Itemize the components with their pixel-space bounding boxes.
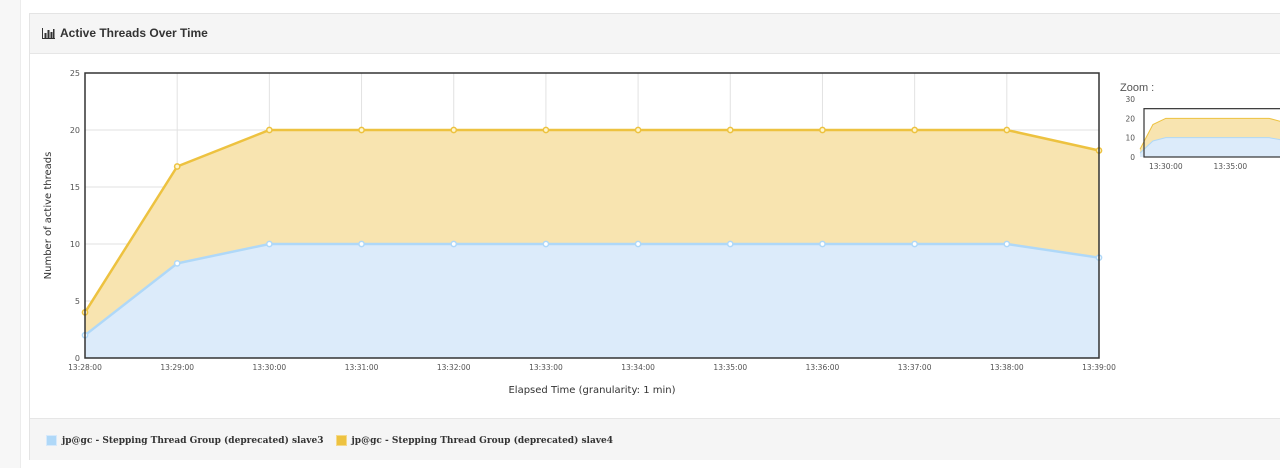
- data-point-slave3[interactable]: [266, 240, 273, 248]
- panel-heading: Active Threads Over Time: [30, 14, 1280, 54]
- panel-title: Active Threads Over Time: [42, 26, 208, 40]
- x-tick-label: 13:31:00: [345, 363, 379, 372]
- x-tick-label: 13:37:00: [898, 363, 932, 372]
- x-tick-label: 13:28:00: [68, 363, 102, 372]
- data-point-slave3[interactable]: [450, 240, 458, 248]
- overview-y-tick-label: 10: [1125, 134, 1135, 143]
- data-point-slave3[interactable]: [819, 240, 826, 248]
- y-tick-label: 25: [70, 69, 80, 78]
- data-point-slave4[interactable]: [450, 126, 458, 134]
- series-area-slave3: [85, 244, 1099, 358]
- y-tick-label: 10: [70, 240, 80, 249]
- data-point-slave4[interactable]: [819, 126, 826, 134]
- x-tick-label: 13:29:00: [160, 363, 194, 372]
- data-point-slave4[interactable]: [911, 126, 918, 134]
- x-tick-label: 13:36:00: [806, 363, 840, 372]
- y-tick-label: 0: [75, 354, 80, 363]
- bar-chart-icon: [42, 27, 55, 39]
- overview-y-tick-label: 0: [1130, 153, 1135, 162]
- legend: jp@gc - Stepping Thread Group (deprecate…: [46, 435, 625, 446]
- active-threads-panel: Active Threads Over Time 0 5 10 15 20 25 13:28…: [29, 13, 1280, 460]
- legend-swatch: [335, 435, 347, 446]
- y-axis-title: Number of active threads: [43, 152, 54, 280]
- data-point-slave4[interactable]: [542, 126, 550, 134]
- x-tick-label: 13:34:00: [621, 363, 655, 372]
- overview-x-tick-label: 13:30:00: [1149, 162, 1183, 171]
- legend-bar: jp@gc - Stepping Thread Group (deprecate…: [30, 418, 1280, 460]
- y-tick-label: 5: [75, 297, 80, 306]
- data-point-slave3[interactable]: [542, 240, 550, 248]
- data-point-slave4[interactable]: [173, 163, 181, 170]
- x-tick-label: 13:30:00: [253, 363, 287, 372]
- data-point-slave4[interactable]: [358, 126, 365, 134]
- y-tick-label: 20: [70, 126, 80, 135]
- data-point-slave3[interactable]: [726, 240, 734, 248]
- legend-label: jp@gc - Stepping Thread Group (deprecate…: [62, 435, 324, 446]
- x-tick-label: 13:38:00: [990, 363, 1024, 372]
- x-tick-label: 13:39:00: [1082, 363, 1116, 372]
- overview-y-tick-label: 30: [1125, 95, 1135, 104]
- panel-title-text: Active Threads Over Time: [60, 26, 208, 40]
- data-point-slave4[interactable]: [726, 126, 734, 134]
- overview-area-slave3: [1140, 137, 1280, 157]
- x-axis-title: Elapsed Time (granularity: 1 min): [508, 385, 675, 396]
- data-point-slave4[interactable]: [266, 126, 273, 134]
- x-tick-label: 13:33:00: [529, 363, 563, 372]
- data-point-slave3[interactable]: [911, 240, 918, 248]
- left-rail: [0, 0, 21, 468]
- overview-y-tick-label: 20: [1125, 114, 1135, 123]
- legend-item-slave4[interactable]: jp@gc - Stepping Thread Group (deprecate…: [335, 435, 614, 446]
- legend-label: jp@gc - Stepping Thread Group (deprecate…: [351, 435, 614, 446]
- y-tick-label: 15: [70, 183, 80, 192]
- data-point-slave3[interactable]: [1003, 240, 1011, 248]
- x-tick-label: 13:32:00: [437, 363, 471, 372]
- legend-item-slave3[interactable]: jp@gc - Stepping Thread Group (deprecate…: [46, 435, 324, 446]
- data-point-slave3[interactable]: [634, 240, 642, 248]
- data-point-slave3[interactable]: [358, 240, 365, 248]
- x-tick-label: 13:35:00: [713, 363, 747, 372]
- data-point-slave4[interactable]: [1003, 126, 1011, 134]
- data-point-slave3[interactable]: [173, 260, 181, 267]
- main-chart[interactable]: 0 5 10 15 20 25 13:28:00 13:29:00 13:30:00 13:31:…: [30, 54, 1120, 417]
- data-point-slave4[interactable]: [634, 126, 642, 134]
- zoom-label: Zoom :: [1120, 82, 1155, 94]
- zoom-overview-chart[interactable]: 0 10 20 30 13:30:00 13:35:00: [1115, 94, 1280, 194]
- legend-swatch: [46, 435, 57, 446]
- chart-area: 0 5 10 15 20 25 13:28:00 13:29:00 13:30:00 13:31:…: [30, 54, 1280, 417]
- overview-x-tick-label: 13:35:00: [1214, 162, 1248, 171]
